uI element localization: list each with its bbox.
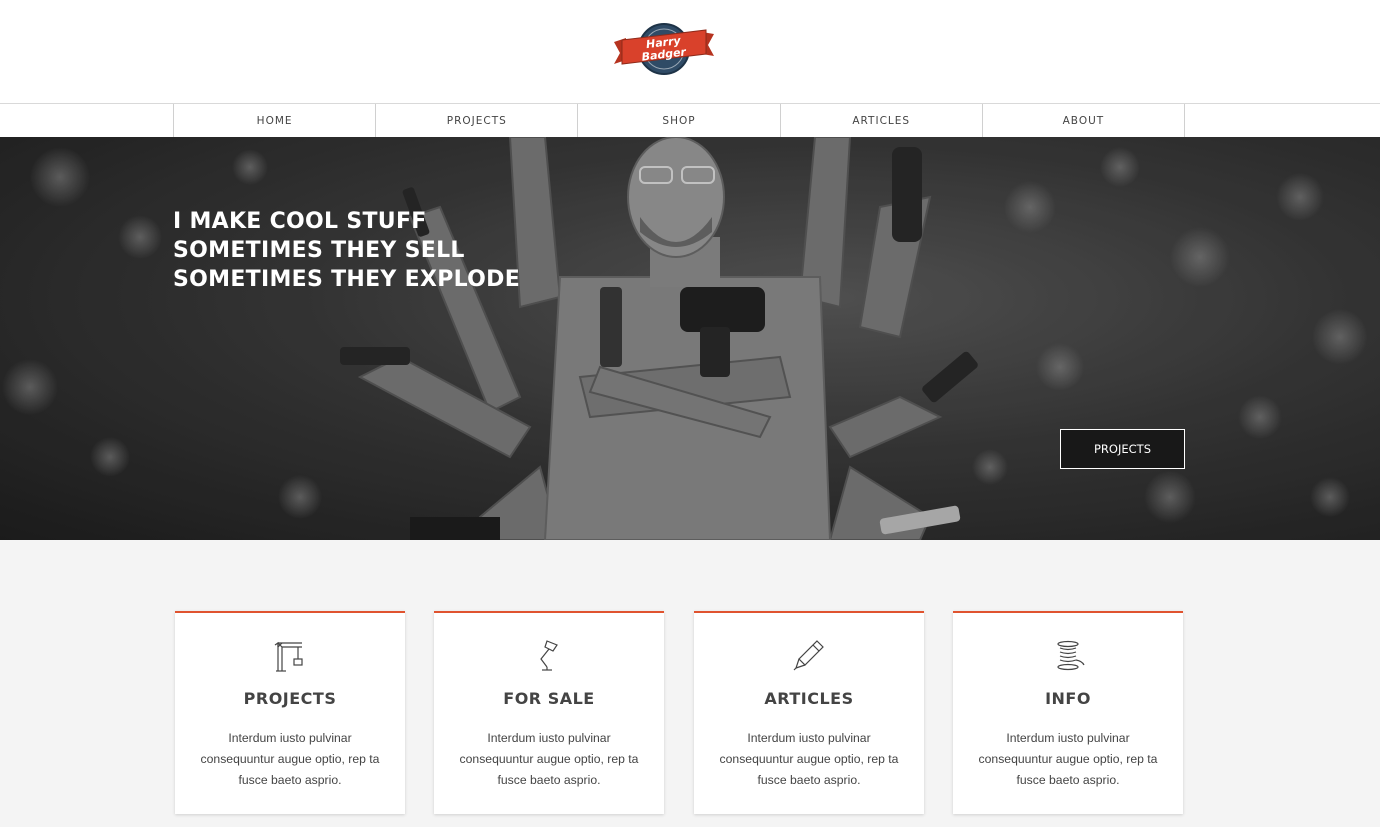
hero-headline: I MAKE COOL STUFF SOMETIMES THEY SELL SO… — [173, 207, 573, 294]
card-title: PROJECTS — [243, 689, 337, 708]
nav-projects[interactable]: PROJECTS — [376, 104, 579, 137]
card-articles[interactable]: ARTICLES Interdum iusto pulvinar consequ… — [694, 611, 924, 814]
card-title: ARTICLES — [764, 689, 854, 708]
nav-articles[interactable]: ARTICLES — [781, 104, 983, 137]
nav-shop[interactable]: SHOP — [578, 104, 781, 137]
main-nav: HOME PROJECTS SHOP ARTICLES ABOUT — [0, 104, 1380, 137]
card-title: INFO — [1045, 689, 1091, 708]
harry-badger-logo[interactable]: Harry Badger — [612, 20, 716, 78]
lamp-icon — [540, 640, 558, 671]
card-info[interactable]: INFO Interdum iusto pulvinar consequuntu… — [953, 611, 1183, 814]
card-projects[interactable]: PROJECTS Interdum iusto pulvinar consequ… — [175, 611, 405, 814]
card-text: Interdum iusto pulvinar consequuntur aug… — [719, 731, 899, 787]
site-header: Harry Badger — [0, 0, 1380, 104]
card-text: Interdum iusto pulvinar consequuntur aug… — [978, 731, 1158, 787]
hero-line-2: SOMETIMES THEY SELL — [173, 238, 465, 263]
hero-banner: I MAKE COOL STUFF SOMETIMES THEY SELL SO… — [0, 137, 1380, 540]
hero-photo — [0, 137, 1380, 540]
card-text: Interdum iusto pulvinar consequuntur aug… — [200, 731, 380, 787]
card-for-sale[interactable]: FOR SALE Interdum iusto pulvinar consequ… — [434, 611, 664, 814]
hero-line-1: I MAKE COOL STUFF — [173, 209, 427, 234]
hero-line-3: SOMETIMES THEY EXPLODE — [173, 267, 521, 292]
card-text: Interdum iusto pulvinar consequuntur aug… — [459, 731, 639, 787]
pen-icon — [793, 640, 824, 671]
card-title: FOR SALE — [503, 689, 595, 708]
feature-cards: PROJECTS Interdum iusto pulvinar consequ… — [175, 611, 1184, 814]
nav-home[interactable]: HOME — [174, 104, 377, 137]
nav-about[interactable]: ABOUT — [983, 104, 1186, 137]
spool-icon — [1057, 640, 1085, 671]
projects-button[interactable]: PROJECTS — [1060, 429, 1185, 469]
crane-icon — [274, 641, 303, 672]
